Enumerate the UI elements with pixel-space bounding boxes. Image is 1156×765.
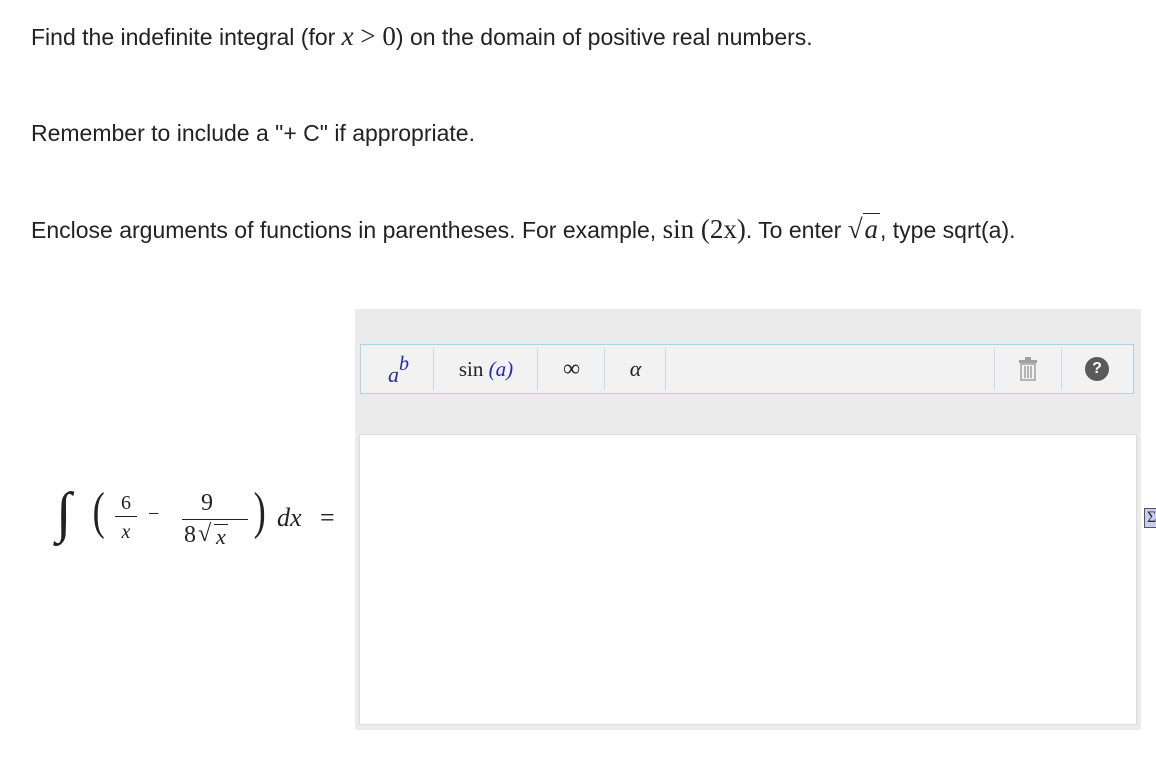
term1-denominator: x <box>121 521 131 543</box>
trash-button[interactable] <box>994 348 1062 390</box>
minus-sign: − <box>148 503 160 525</box>
editor-toolbar: ab sin (a) ∞ α ? <box>360 344 1134 394</box>
alpha-button[interactable]: α <box>606 348 666 390</box>
integral-expression: ∫ ( 6 x − 9 8 √ x ) dx = <box>0 0 360 600</box>
term1-numerator: 6 <box>121 492 131 514</box>
equation-editor: ab sin (a) ∞ α ? <box>355 309 1141 730</box>
power-exponent: b <box>399 352 409 375</box>
sigma-icon[interactable]: Σ <box>1144 508 1156 528</box>
power-base: a <box>388 362 399 387</box>
infinity-icon: ∞ <box>562 355 581 382</box>
sin-label: sin <box>458 356 484 381</box>
term2-fraction-bar <box>182 519 248 520</box>
left-paren: ( <box>92 483 105 540</box>
term2-numerator: 9 <box>201 490 213 516</box>
sqrt-radical: √ <box>198 521 212 547</box>
term2-denominator-var: x <box>214 524 228 549</box>
integral-sign: ∫ <box>56 482 72 544</box>
help-icon: ? <box>1085 357 1109 381</box>
alpha-icon: α <box>629 356 642 381</box>
power-button[interactable]: ab <box>364 348 434 390</box>
equals-sign: = <box>320 503 335 532</box>
differential: dx <box>277 503 302 532</box>
sin-button[interactable]: sin (a) <box>435 348 538 390</box>
help-button[interactable]: ? <box>1063 348 1131 390</box>
trash-icon <box>1019 357 1037 381</box>
term1-fraction-bar <box>115 516 137 517</box>
sqrt-example: √a <box>847 213 881 244</box>
infinity-button[interactable]: ∞ <box>539 348 605 390</box>
term2-denominator-coef: 8 <box>184 522 196 548</box>
right-paren: ) <box>253 483 266 540</box>
answer-input[interactable] <box>359 434 1137 725</box>
sin-arg: (a) <box>488 356 514 381</box>
